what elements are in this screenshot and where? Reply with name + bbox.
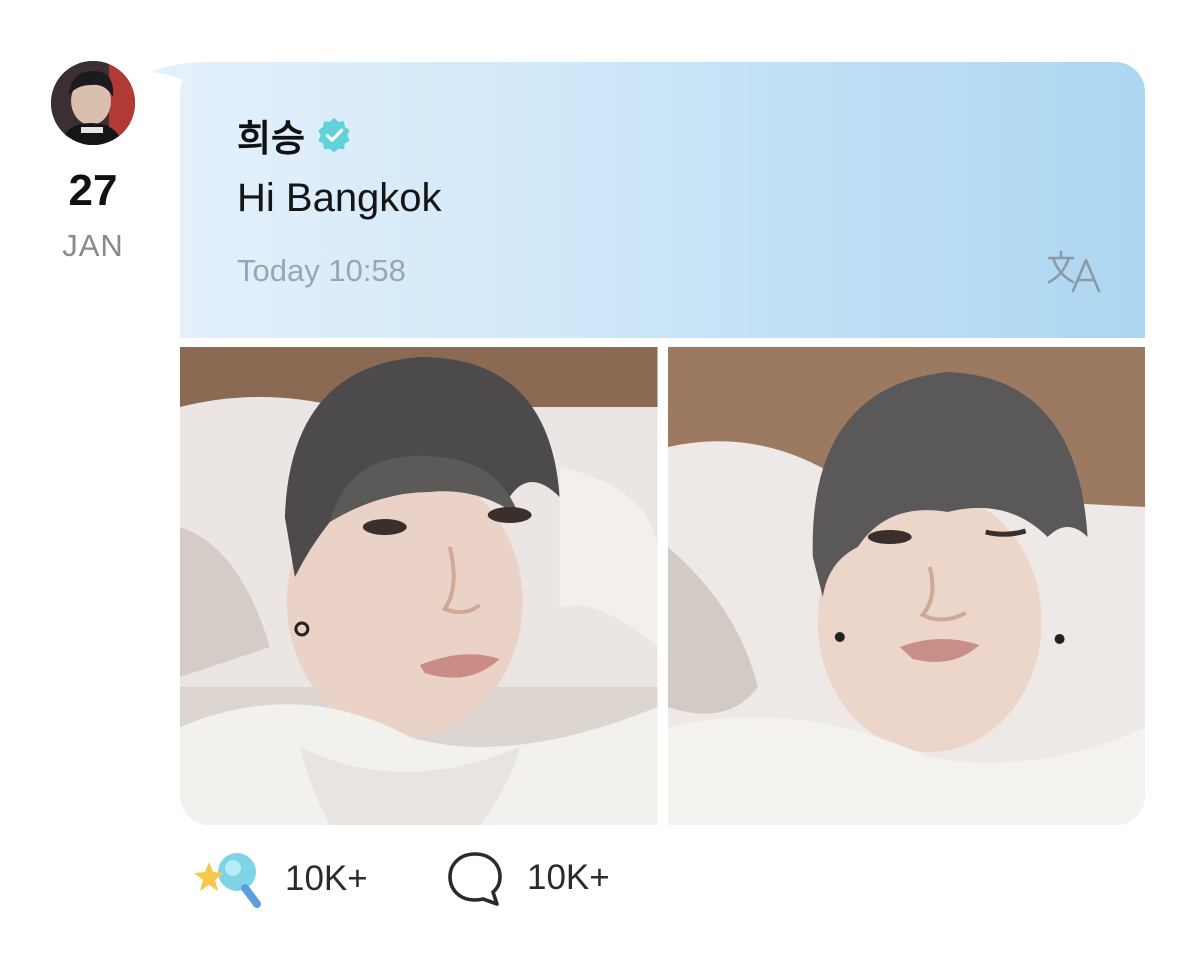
post-date-day: 27: [68, 166, 118, 215]
message-text: Hi Bangkok: [237, 176, 442, 220]
author-name[interactable]: 희승: [237, 108, 305, 162]
post-card: 27 JAN 희승 Hi Bangkok Today 10:58 10K+ 10…: [0, 0, 1200, 968]
photo-grid: [180, 347, 1145, 825]
like-count: 10K+: [285, 859, 368, 898]
comment-count: 10K+: [527, 858, 610, 897]
photo-2[interactable]: [667, 347, 1145, 825]
post-date-month: JAN: [62, 228, 124, 263]
speech-bubble-icon: [448, 852, 502, 906]
verified-badge-icon: [318, 117, 350, 153]
photo-1[interactable]: [180, 347, 658, 825]
translate-icon[interactable]: [1045, 249, 1105, 295]
comment-button[interactable]: 10K+: [445, 848, 610, 908]
post-timestamp: Today 10:58: [237, 253, 406, 288]
star-lightstick-icon: [194, 853, 261, 908]
author-row: 희승: [237, 108, 353, 162]
author-avatar[interactable]: [51, 61, 135, 145]
like-button[interactable]: 10K+: [193, 848, 368, 910]
